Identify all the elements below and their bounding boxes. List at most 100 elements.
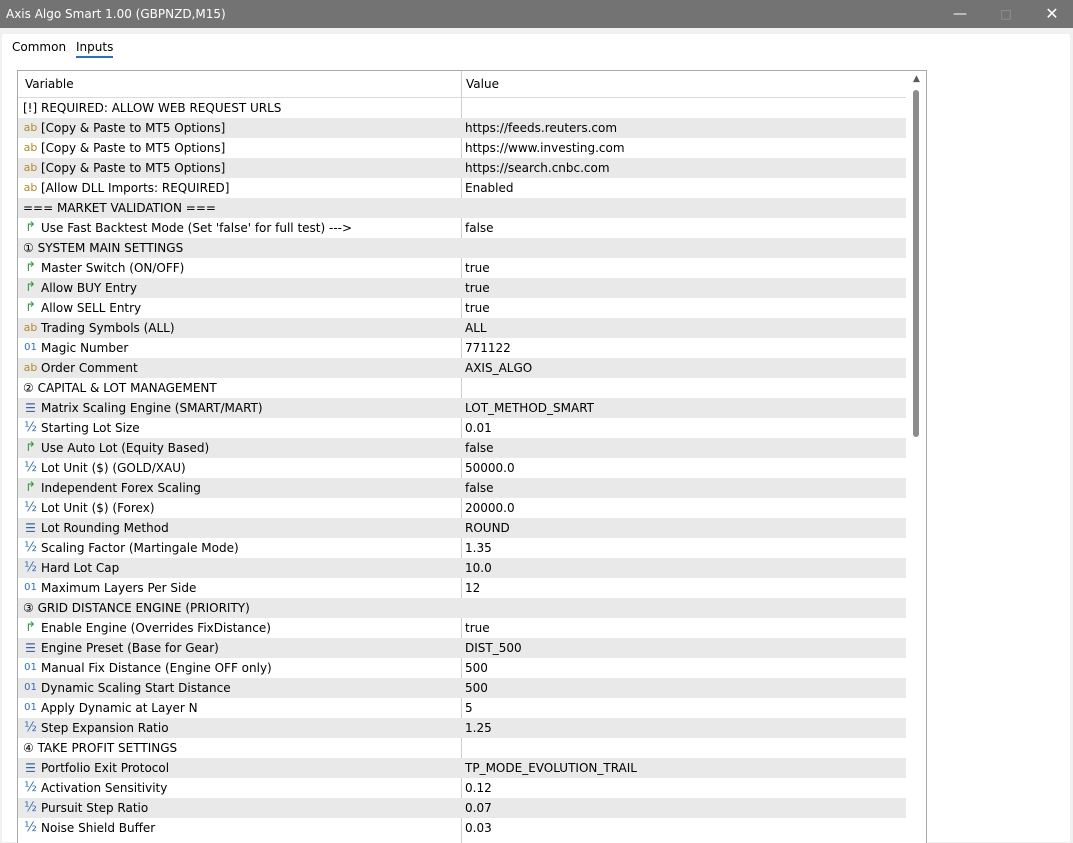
value-cell[interactable]: 771122 (465, 338, 905, 358)
variable-name: ① SYSTEM MAIN SETTINGS (23, 241, 184, 255)
table-row[interactable]: ½ Noise Shield Buffer 0.03 (18, 818, 906, 838)
table-row[interactable]: ab [Copy & Paste to MT5 Options] https://f… (18, 118, 906, 138)
table-row[interactable]: ½ Starting Lot Size 0.01 (18, 418, 906, 438)
table-row[interactable]: 01 Dynamic Scaling Start Distance 500 (18, 678, 906, 698)
value-cell[interactable]: 10.0 (465, 558, 905, 578)
value-cell[interactable]: DIST_500 (465, 638, 905, 658)
table-row[interactable]: ☰ Portfolio Exit Protocol TP_MODE_EVOLUTIO… (18, 758, 906, 778)
value-cell[interactable]: 0.01 (465, 418, 905, 438)
table-row[interactable]: ☰ Engine Preset (Base for Gear) DIST_500 (18, 638, 906, 658)
value-cell[interactable]: ROUND (465, 518, 905, 538)
table-row[interactable]: ab [Copy & Paste to MT5 Options] https://s… (18, 158, 906, 178)
table-row[interactable]: ↱ Use Auto Lot (Equity Based) false (18, 438, 906, 458)
inputs-grid: Variable Value [!] REQUIRED: ALLOW WEB R… (17, 70, 927, 843)
value-cell[interactable]: https://feeds.reuters.com (465, 118, 905, 138)
bool-type-icon: ↱ (25, 220, 36, 235)
value-cell[interactable]: false (465, 478, 905, 498)
variable-name: [Copy & Paste to MT5 Options] (41, 141, 226, 155)
value-cell[interactable]: 20000.0 (465, 498, 905, 518)
table-row[interactable]: ab Order Comment AXIS_ALGO (18, 358, 906, 378)
table-row[interactable]: ½ Pursuit Step Ratio 0.07 (18, 798, 906, 818)
variable-name: Scaling Factor (Martingale Mode) (41, 541, 239, 555)
value-cell[interactable]: 500 (465, 678, 905, 698)
scrollbar-thumb[interactable] (913, 90, 919, 437)
table-row[interactable]: ½ Hard Lot Cap 10.0 (18, 558, 906, 578)
table-row[interactable]: ½ Scaling Factor (Martingale Mode) 1.35 (18, 538, 906, 558)
maximize-button[interactable]: □ (983, 0, 1029, 28)
table-row[interactable]: ☰ Lot Rounding Method ROUND (18, 518, 906, 538)
table-row[interactable]: ② CAPITAL & LOT MANAGEMENT (18, 378, 906, 398)
table-row[interactable]: 01 Apply Dynamic at Layer N 5 (18, 698, 906, 718)
variable-name: === MARKET VALIDATION === (23, 201, 216, 215)
variable-name: [Copy & Paste to MT5 Options] (41, 161, 226, 175)
variable-cell: ↱ Allow BUY Entry (23, 278, 459, 298)
header-value[interactable]: Value (466, 71, 499, 97)
table-row[interactable]: ↱ Use Fast Backtest Mode (Set 'false' for… (18, 218, 906, 238)
variable-name: Maximum Layers Per Side (41, 581, 197, 595)
value-cell[interactable]: false (465, 218, 905, 238)
variable-cell: ½ Noise Shield Buffer (23, 818, 459, 838)
table-row[interactable]: 01 Magic Number 771122 (18, 338, 906, 358)
variable-cell: ↱ Use Fast Backtest Mode (Set 'false' for… (23, 218, 459, 238)
table-row[interactable]: === MARKET VALIDATION === (18, 198, 906, 218)
table-row[interactable]: 01 Manual Fix Distance (Engine OFF only) 5… (18, 658, 906, 678)
tab-common[interactable]: Common (12, 38, 66, 56)
variable-cell: ↱ Independent Forex Scaling (23, 478, 459, 498)
table-row[interactable]: ab [Copy & Paste to MT5 Options] https://w… (18, 138, 906, 158)
table-row[interactable]: ↱ Allow SELL Entry true (18, 298, 906, 318)
table-row[interactable]: ③ GRID DISTANCE ENGINE (PRIORITY) (18, 598, 906, 618)
tab-inputs[interactable]: Inputs (76, 38, 114, 58)
value-cell[interactable]: true (465, 298, 905, 318)
table-row[interactable]: ↱ Master Switch (ON/OFF) true (18, 258, 906, 278)
value-cell[interactable]: 1.25 (465, 718, 905, 738)
bool-type-icon: ↱ (25, 440, 36, 455)
value-cell[interactable]: LOT_METHOD_SMART (465, 398, 905, 418)
table-row[interactable]: ① SYSTEM MAIN SETTINGS (18, 238, 906, 258)
value-cell[interactable]: true (465, 618, 905, 638)
table-row[interactable]: ½ Activation Sensitivity 0.12 (18, 778, 906, 798)
value-cell[interactable]: 50000.0 (465, 458, 905, 478)
vertical-scrollbar[interactable]: ▲ (908, 71, 925, 843)
variable-name: Use Auto Lot (Equity Based) (41, 441, 210, 455)
value-cell[interactable]: TP_MODE_EVOLUTION_TRAIL (465, 758, 905, 778)
scroll-up-icon[interactable]: ▲ (908, 71, 925, 87)
header-variable[interactable]: Variable (25, 71, 74, 97)
table-row[interactable]: ½ Lot Unit ($) (Forex) 20000.0 (18, 498, 906, 518)
table-row[interactable]: 01 Maximum Layers Per Side 12 (18, 578, 906, 598)
double-type-icon: ½ (24, 420, 37, 435)
table-row[interactable]: ↱ Enable Engine (Overrides FixDistance) tr… (18, 618, 906, 638)
value-cell[interactable]: true (465, 258, 905, 278)
variable-name: Starting Lot Size (41, 421, 140, 435)
table-row[interactable]: ½ Lot Unit ($) (GOLD/XAU) 50000.0 (18, 458, 906, 478)
value-cell[interactable]: false (465, 438, 905, 458)
value-cell[interactable]: https://search.cnbc.com (465, 158, 905, 178)
variable-name: Noise Shield Buffer (41, 821, 156, 835)
table-row[interactable]: [!] REQUIRED: ALLOW WEB REQUEST URLS (18, 98, 906, 118)
value-cell[interactable]: Enabled (465, 178, 905, 198)
table-row[interactable]: ab [Allow DLL Imports: REQUIRED] Enabled (18, 178, 906, 198)
value-cell[interactable]: 500 (465, 658, 905, 678)
bool-type-icon: ↱ (25, 300, 36, 315)
minimize-button[interactable]: — (937, 0, 983, 28)
value-cell[interactable]: 0.03 (465, 818, 905, 838)
variable-name: Lot Unit ($) (GOLD/XAU) (41, 461, 186, 475)
string-type-icon: ab (23, 181, 38, 194)
value-cell[interactable]: 5 (465, 698, 905, 718)
table-row[interactable]: ④ TAKE PROFIT SETTINGS (18, 738, 906, 758)
value-cell[interactable]: https://www.investing.com (465, 138, 905, 158)
value-cell[interactable]: 0.12 (465, 778, 905, 798)
table-row[interactable]: ab Trading Symbols (ALL) ALL (18, 318, 906, 338)
table-row[interactable]: ½ Step Expansion Ratio 1.25 (18, 718, 906, 738)
value-cell[interactable]: true (465, 278, 905, 298)
value-cell[interactable]: 0.07 (465, 798, 905, 818)
close-button[interactable]: ✕ (1029, 0, 1073, 28)
table-row[interactable]: ↱ Independent Forex Scaling false (18, 478, 906, 498)
table-row[interactable]: ☰ Matrix Scaling Engine (SMART/MART) LOT_M… (18, 398, 906, 418)
value-cell[interactable]: 1.35 (465, 538, 905, 558)
value-cell[interactable]: ALL (465, 318, 905, 338)
string-type-icon: ab (23, 321, 38, 334)
table-row[interactable]: ↱ Allow BUY Entry true (18, 278, 906, 298)
variable-name: Order Comment (41, 361, 138, 375)
value-cell[interactable]: AXIS_ALGO (465, 358, 905, 378)
value-cell[interactable]: 12 (465, 578, 905, 598)
